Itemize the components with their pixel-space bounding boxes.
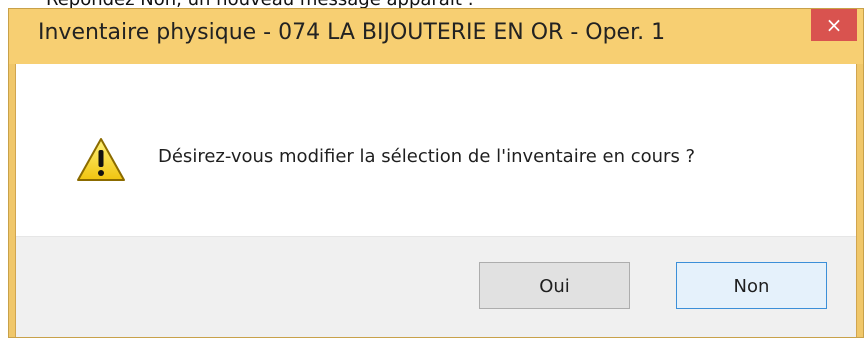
screenshot-page: Répondez Non, un nouveau message apparaî… — [0, 0, 864, 338]
dialog-title: Inventaire physique - 074 LA BIJOUTERIE … — [38, 20, 666, 45]
message-area: Désirez-vous modifier la sélection de l'… — [16, 64, 856, 236]
dialog-title-bar[interactable]: Inventaire physique - 074 LA BIJOUTERIE … — [9, 9, 863, 64]
close-button[interactable]: × — [811, 9, 857, 41]
oui-button[interactable]: Oui — [479, 262, 630, 309]
dialog-content: Désirez-vous modifier la sélection de l'… — [15, 64, 857, 337]
dialog-message: Désirez-vous modifier la sélection de l'… — [158, 146, 696, 167]
close-icon: × — [825, 13, 843, 37]
dialog-button-bar: Oui Non — [16, 236, 856, 337]
warning-icon — [77, 138, 125, 181]
non-button[interactable]: Non — [676, 262, 827, 309]
message-dialog: Inventaire physique - 074 LA BIJOUTERIE … — [8, 8, 864, 338]
